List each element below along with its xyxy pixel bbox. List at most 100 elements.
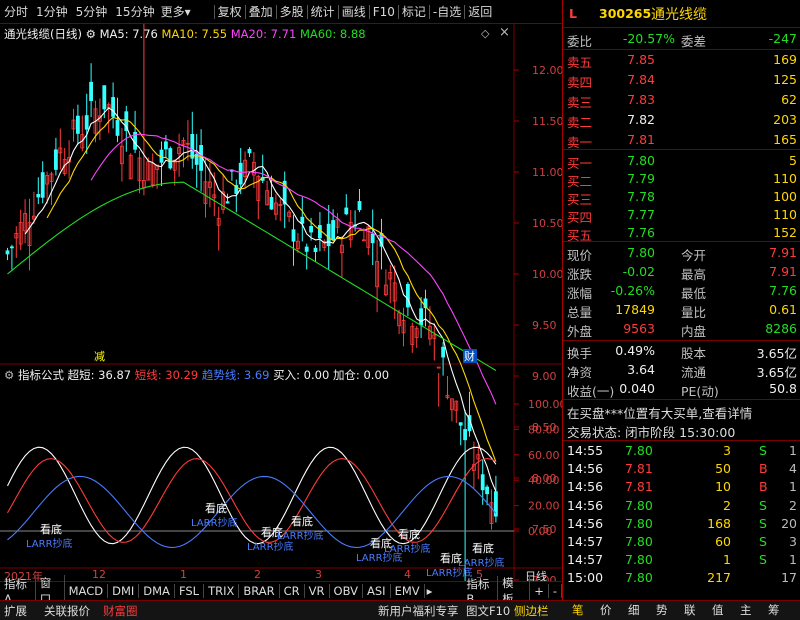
bid-volume: 152 [773, 225, 797, 240]
stat-value: -0.26% [610, 283, 655, 298]
new-user-button[interactable]: 新用户福利专享 [378, 603, 459, 619]
tick-time: 14:57 [567, 552, 604, 568]
tab-cr[interactable]: CR [280, 584, 305, 598]
diamond-icon[interactable]: ◇ [481, 27, 489, 40]
stat-value: 3.64 [627, 362, 655, 377]
tab-brar[interactable]: BRAR [239, 584, 280, 598]
ma10-line [46, 116, 497, 463]
statistics-button[interactable]: 统计 [311, 3, 335, 20]
period-tab-5min[interactable]: 5分钟 [76, 3, 108, 20]
back-button[interactable]: 返回 [468, 3, 492, 20]
tab-main[interactable]: 主 [740, 602, 752, 618]
tick-count: 3 [789, 534, 797, 549]
adjust-button[interactable]: 复权 [218, 3, 242, 20]
settings-icon[interactable]: ⚙ [86, 27, 96, 41]
ask-price: 7.85 [627, 52, 655, 67]
tab-dma[interactable]: DMA [139, 584, 175, 598]
quote-row: 卖二 7.82 203 [563, 110, 800, 130]
tab-trend[interactable]: 势 [656, 602, 668, 618]
tick-time: 15:00 [567, 570, 604, 586]
related-quote-button[interactable]: 关联报价 [44, 603, 90, 619]
period-tab-15min[interactable]: 15分钟 [115, 3, 154, 20]
tick-count: 4 [789, 461, 797, 477]
tab-dmi[interactable]: DMI [108, 584, 140, 598]
sidebar-button[interactable]: 侧边栏 [514, 603, 549, 619]
tab-macd[interactable]: MACD [65, 584, 109, 598]
period-tab-timeshare[interactable]: 分时 [4, 3, 28, 20]
chaoduan-label: 超短: 36.87 [67, 368, 132, 382]
stat-value: 8286 [765, 321, 797, 336]
kline-chart[interactable]: 12.0011.5011.0010.5010.009.509.008.508.0… [0, 24, 562, 581]
candle-body [76, 115, 80, 134]
stat-value: 0.61 [769, 302, 797, 317]
tab-vr[interactable]: VR [305, 584, 330, 598]
tab-asi[interactable]: ASI [363, 584, 391, 598]
candle-body [317, 225, 322, 239]
stat-value: 50.8 [769, 381, 797, 396]
tab-value[interactable]: 值 [712, 602, 724, 618]
draw-line-button[interactable]: 画线 [342, 3, 366, 20]
ask-price: 7.84 [627, 72, 655, 87]
bid-price: 7.76 [627, 225, 655, 240]
multi-stock-button[interactable]: 多股 [280, 3, 304, 20]
indicator-legend: ⚙ 指标公式 超短: 36.87 短线: 30.29 趋势线: 3.69 买入:… [4, 367, 389, 383]
tick-volume: 3 [723, 443, 731, 458]
tab-fsl[interactable]: FSL [175, 584, 205, 598]
plus-button[interactable]: + [530, 584, 549, 598]
candle-body [309, 226, 314, 233]
indicator-settings-icon[interactable]: ⚙ [4, 368, 14, 382]
ind-tick-label: 20.00 [528, 500, 560, 513]
price-tick-label: 10.00 [532, 268, 562, 281]
quote-panel: L 300265 通光线缆 委比 -20.57% 委差 -247 卖五 7.85 1… [562, 0, 800, 600]
tab-trix[interactable]: TRIX [204, 584, 240, 598]
tick-price: 7.80 [625, 534, 653, 549]
ask-volume: 165 [773, 132, 797, 147]
period-tab-more[interactable]: 更多 [161, 3, 185, 20]
stat-value: 7.91 [769, 264, 797, 279]
tab-chips[interactable]: 筹 [768, 602, 780, 618]
tab-link[interactable]: 联 [684, 602, 696, 618]
ask-label: 卖四 [567, 75, 593, 90]
tick-volume: 2 [723, 497, 731, 513]
close-icon[interactable]: × [499, 25, 510, 40]
candle-body [163, 141, 168, 150]
tick-time: 14:56 [567, 461, 604, 477]
stat-label: PE(动) [681, 384, 719, 399]
wealth-circle-button[interactable]: 财富圈 [103, 603, 138, 619]
tick-price: 7.81 [625, 479, 653, 495]
indicator-name[interactable]: 指标公式 [18, 368, 64, 382]
tab-obv[interactable]: OBV [330, 584, 363, 598]
larr-signal-label: LARR抄底 [26, 537, 73, 550]
tab-price[interactable]: 价 [600, 602, 612, 618]
stat-value: 0.040 [619, 381, 655, 396]
quote-row: 14:56 7.80 2 S 2 [563, 496, 800, 516]
tab-tick[interactable]: 笔 [572, 602, 584, 618]
tab-emv[interactable]: EMV [391, 584, 425, 598]
period-tab-1min[interactable]: 1分钟 [36, 3, 68, 20]
overlay-button[interactable]: 叠加 [249, 3, 273, 20]
bid-price: 7.80 [627, 153, 655, 168]
bid-price: 7.78 [627, 189, 655, 204]
minus-button[interactable]: - [549, 584, 562, 598]
candle-body [485, 486, 490, 495]
time-label: 2 [254, 568, 261, 581]
ask-volume: 62 [781, 92, 797, 107]
mark-button[interactable]: 标记 [402, 3, 426, 20]
ind-tick-label: 40.00 [528, 474, 560, 487]
chaoduan-line [7, 446, 497, 545]
chevron-right-icon[interactable]: ▸ [425, 584, 463, 598]
ind-tick-label: 0.00 [528, 525, 553, 538]
f10-button[interactable]: F10 [373, 5, 395, 19]
duanxian-label: 短线: 30.29 [134, 368, 199, 382]
bottom-signal-label: 看底 [291, 514, 313, 528]
flag-label: L [569, 6, 577, 21]
trade-status: 交易状态: 闭市阶段 15:30:00 [567, 425, 736, 440]
candle-body [458, 422, 463, 426]
candle-body [463, 429, 468, 441]
price-tick-label: 9.00 [532, 370, 557, 383]
tab-detail[interactable]: 细 [628, 602, 640, 618]
remove-watchlist-button[interactable]: -自选 [433, 3, 461, 20]
chevron-down-icon[interactable]: ▾ [185, 5, 191, 19]
expand-button[interactable]: 扩展 [4, 603, 27, 619]
f10-graphic-button[interactable]: 图文F10 [466, 603, 510, 619]
